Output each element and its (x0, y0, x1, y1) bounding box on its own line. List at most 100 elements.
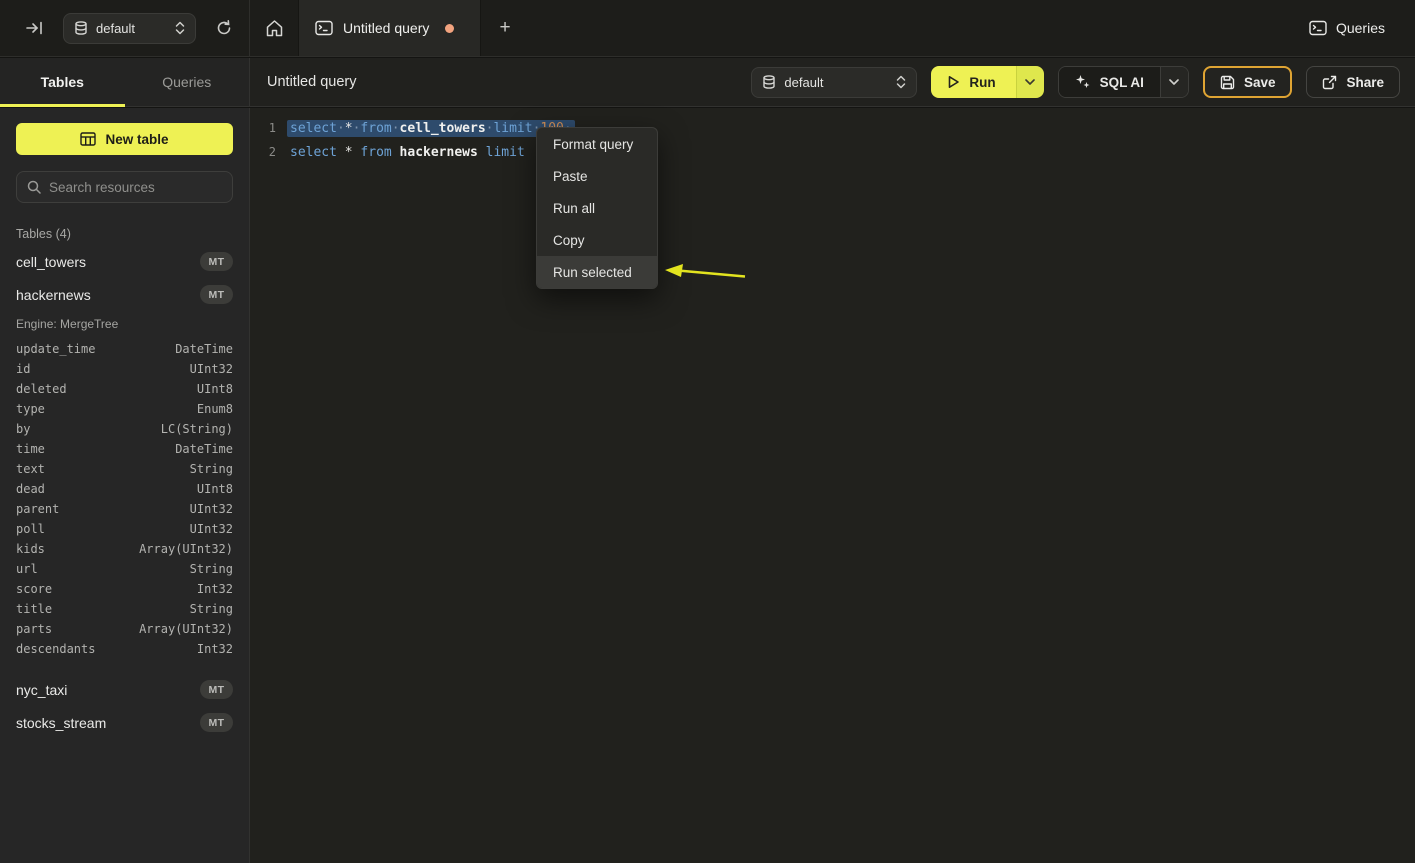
column-row: titleString (16, 599, 233, 619)
sql-ai-split-button: SQL AI (1058, 66, 1189, 98)
menu-item-run-selected[interactable]: Run selected (537, 256, 657, 288)
menu-item-copy[interactable]: Copy (537, 224, 657, 256)
database-selector[interactable]: default (63, 13, 196, 44)
column-name: score (16, 582, 52, 596)
tables-list: cell_towersMThackernewsMTEngine: MergeTr… (16, 245, 233, 739)
topbar-left-controls: default (0, 0, 250, 56)
run-button[interactable]: Run (931, 66, 1015, 98)
save-button-label: Save (1244, 75, 1276, 90)
new-tab-button[interactable]: + (481, 0, 529, 56)
play-icon (947, 75, 960, 89)
column-name: deleted (16, 382, 67, 396)
column-row: update_time DateTime (16, 339, 233, 359)
menu-item-paste[interactable]: Paste (537, 160, 657, 192)
chevron-updown-icon (175, 21, 185, 35)
table-row[interactable]: hackernewsMT (16, 278, 233, 311)
collapse-sidebar-icon[interactable] (22, 17, 47, 39)
run-options-dropdown[interactable] (1016, 66, 1044, 98)
tab-label: Untitled query (343, 20, 429, 36)
column-row: pollUInt32 (16, 519, 233, 539)
code-lines: 1select*fromcell_towerslimit1002select*f… (262, 116, 1415, 164)
database-icon (762, 75, 776, 90)
refresh-icon[interactable] (212, 16, 236, 40)
columns-list: update_time DateTime id UInt32 deleted UInt8 t… (16, 339, 233, 673)
code-token: from (360, 121, 391, 136)
column-row: dead UInt8 (16, 479, 233, 499)
column-type: UInt32 (190, 362, 233, 376)
table-row[interactable]: stocks_streamMT (16, 706, 233, 739)
column-name: dead (16, 482, 45, 496)
sidebar-tab-queries[interactable]: Queries (125, 58, 250, 106)
sql-ai-button[interactable]: SQL AI (1059, 67, 1160, 97)
tab-strip: Untitled query + (250, 0, 1309, 56)
table-row[interactable]: cell_towersMT (16, 245, 233, 278)
search-input[interactable] (49, 180, 226, 195)
code-text: select*fromhackernewslimit (287, 144, 528, 161)
sql-ai-dropdown[interactable] (1160, 67, 1188, 97)
code-token: * (345, 145, 353, 160)
tab-untitled-query[interactable]: Untitled query (298, 0, 481, 56)
code-token: cell_towers (400, 121, 486, 136)
engine-badge: MT (200, 285, 233, 304)
query-header: Untitled query default (250, 58, 1415, 107)
column-type: DateTime (175, 442, 233, 456)
column-type: Array(UInt32) (139, 542, 233, 556)
sql-editor[interactable]: 1select*fromcell_towerslimit1002select*f… (250, 108, 1415, 863)
save-button[interactable]: Save (1203, 66, 1293, 98)
queries-button[interactable]: Queries (1309, 20, 1385, 36)
code-token: * (345, 121, 353, 136)
column-type: LC(String) (161, 422, 233, 436)
queries-icon (1309, 20, 1327, 36)
column-name: parts (16, 622, 52, 636)
sql-ai-button-label: SQL AI (1100, 75, 1144, 90)
whitespace-dot (392, 121, 400, 136)
editor-database-selector-value: default (784, 75, 888, 90)
editor-database-selector[interactable]: default (751, 67, 917, 98)
console-icon (315, 20, 333, 36)
column-name: type (16, 402, 45, 416)
share-button[interactable]: Share (1306, 66, 1400, 98)
column-row: urlString (16, 559, 233, 579)
menu-item-format-query[interactable]: Format query (537, 128, 657, 160)
column-type: String (190, 602, 233, 616)
code-line: 1select*fromcell_towerslimit100 (262, 116, 1415, 140)
column-name: descendants (16, 642, 95, 656)
column-type: UInt32 (190, 522, 233, 536)
column-row: scoreInt32 (16, 579, 233, 599)
search-icon (27, 180, 41, 194)
sidebar-tab-queries-label: Queries (162, 74, 211, 90)
tables-section-title: Tables (4) (16, 227, 233, 241)
table-row[interactable]: nyc_taxiMT (16, 673, 233, 706)
table-name: nyc_taxi (16, 682, 67, 698)
sidebar-tab-tables[interactable]: Tables (0, 58, 125, 106)
table-name: cell_towers (16, 254, 86, 270)
column-type: Array(UInt32) (139, 622, 233, 636)
column-type: DateTime (175, 342, 233, 356)
plus-icon: + (499, 17, 510, 39)
new-table-button[interactable]: New table (16, 123, 233, 155)
column-name: parent (16, 502, 59, 516)
annotation-arrow (662, 258, 750, 288)
line-number: 2 (262, 145, 276, 159)
column-name: update_time (16, 342, 95, 356)
sidebar-tab-tables-label: Tables (41, 74, 84, 90)
line-number: 1 (262, 121, 276, 135)
column-name: id (16, 362, 30, 376)
column-type: UInt32 (190, 502, 233, 516)
column-type: Int32 (197, 642, 233, 656)
selected-code: select*fromcell_towerslimit100 (287, 120, 575, 137)
menu-item-run-all[interactable]: Run all (537, 192, 657, 224)
column-name: kids (16, 542, 45, 556)
whitespace-dot (337, 145, 345, 160)
table-icon (80, 132, 96, 146)
home-tab[interactable] (250, 0, 298, 56)
code-token: limit (493, 121, 532, 136)
column-row: timeDateTime (16, 439, 233, 459)
whitespace-dot (392, 145, 400, 160)
column-name: text (16, 462, 45, 476)
header-actions: default Run (751, 66, 1400, 98)
column-row: descendants Int32 (16, 639, 233, 659)
column-type: UInt8 (197, 482, 233, 496)
column-row: textString (16, 459, 233, 479)
active-tab-underline (0, 104, 125, 107)
